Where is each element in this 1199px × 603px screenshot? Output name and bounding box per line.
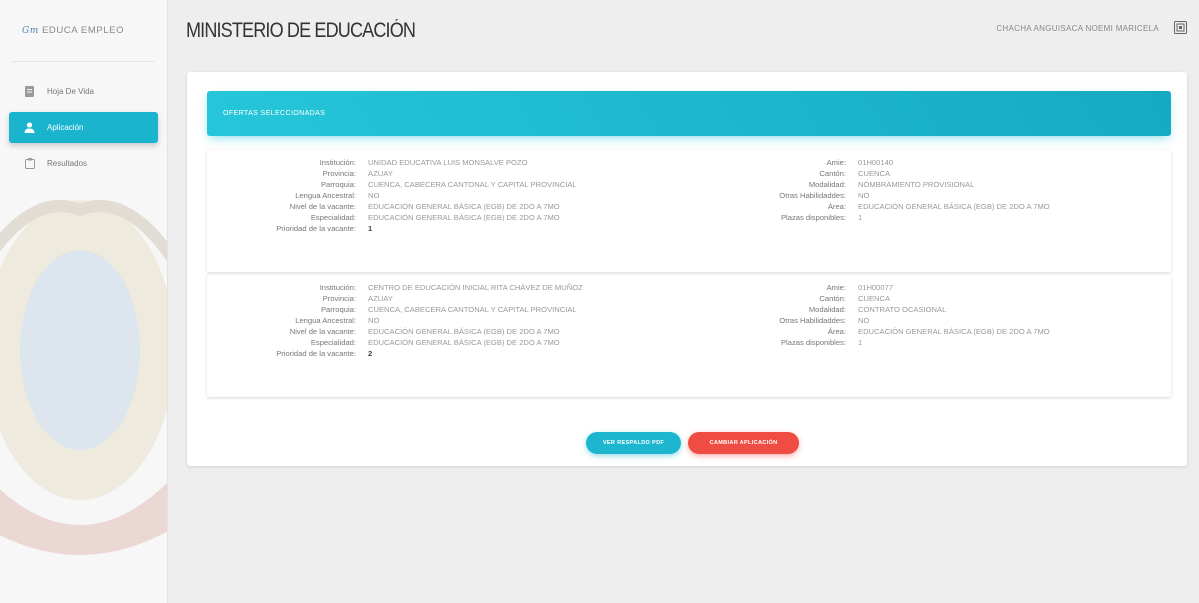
area-value: EDUCACIÓN GENERAL BÁSICA (EGB) DE 2DO A … (858, 327, 1050, 336)
brand-logo: Gm (22, 25, 39, 36)
clipboard-icon (24, 158, 35, 169)
area-label: Área: (827, 327, 846, 336)
plazas-label: Plazas disponibles: (780, 213, 846, 222)
provincia-value: AZUAY (368, 169, 393, 178)
area-value: EDUCACIÓN GENERAL BÁSICA (EGB) DE 2DO A … (858, 202, 1050, 211)
plazas-value: 1 (858, 213, 863, 222)
canton-value: CUENCA (858, 294, 891, 303)
parroquia-value: CUENCA, CABECERA CANTONAL Y CAPITAL PROV… (368, 305, 577, 314)
amie-label: Amie: (826, 158, 846, 167)
lengua-label: Lengua Ancestral: (295, 191, 356, 200)
sidebar-nav: Hoja De Vida Aplicación Resultados (0, 76, 167, 179)
parroquia-label: Parroquia: (320, 180, 356, 189)
prioridad-label: Prioridad de la vacante: (276, 349, 356, 358)
provincia-label: Provincia: (322, 169, 356, 178)
coat-of-arms-watermark (0, 200, 167, 555)
lengua-value: NO (368, 191, 380, 200)
parroquia-value: CUENCA, CABECERA CANTONAL Y CAPITAL PROV… (368, 180, 577, 189)
parroquia-label: Parroquia: (320, 305, 356, 314)
prioridad-label: Prioridad de la vacante: (276, 224, 356, 233)
top-header: MINISTERIO DE EDUCACIÓN CHACHA ANGUISACA… (168, 0, 1199, 62)
view-pdf-button[interactable]: VER RESPALDO PDF (586, 432, 681, 454)
especialidad-label: Especialidad: (310, 338, 356, 347)
sidebar-item-hoja-de-vida[interactable]: Hoja De Vida (9, 76, 158, 107)
prioridad-value: 2 (368, 349, 373, 358)
especialidad-value: EDUCACIÓN GENERAL BÁSICA (EGB) DE 2DO A … (368, 213, 560, 222)
institucion-value: UNIDAD EDUCATIVA LUIS MONSALVE POZO (368, 158, 528, 167)
canton-label: Cantón: (819, 169, 846, 178)
especialidad-value: EDUCACIÓN GENERAL BÁSICA (EGB) DE 2DO A … (368, 338, 560, 347)
modalidad-label: Modalidad: (808, 180, 846, 189)
provincia-label: Provincia: (322, 294, 356, 303)
sidebar-item-aplicacion[interactable]: Aplicación (9, 112, 158, 143)
nivel-value: EDUCACIÓN GENERAL BÁSICA (EGB) DE 2DO A … (368, 202, 560, 211)
institucion-value: CENTRO DE EDUCACIÓN INICIAL RITA CHÁVEZ … (368, 283, 583, 292)
change-application-button[interactable]: CAMBIAR APLICACIÓN (688, 432, 799, 454)
canton-value: CUENCA (858, 169, 891, 178)
sidebar: Gm EDUCA EMPLEO Hoja De Vida Aplicación … (0, 0, 168, 603)
person-icon (24, 122, 35, 133)
modalidad-value: CONTRATO OCASIONAL (858, 305, 947, 314)
lengua-value: NO (368, 316, 380, 325)
plazas-value: 1 (858, 338, 863, 347)
canton-label: Cantón: (819, 294, 846, 303)
prioridad-value: 1 (368, 224, 373, 233)
modalidad-label: Modalidad: (808, 305, 846, 314)
document-icon (24, 86, 35, 97)
plazas-label: Plazas disponibles: (780, 338, 846, 347)
area-label: Área: (827, 202, 846, 211)
especialidad-label: Especialidad: (310, 213, 356, 222)
main-card: OFERTAS SELECCIONADAS Institución: UNIDA… (187, 72, 1187, 466)
nivel-label: Nivel de la vacante: (289, 202, 356, 211)
nivel-value: EDUCACIÓN GENERAL BÁSICA (EGB) DE 2DO A … (368, 327, 560, 336)
nivel-label: Nivel de la vacante: (289, 327, 356, 336)
offer-card: Institución: CENTRO DE EDUCACIÓN INICIAL… (207, 275, 1171, 397)
panel-header: OFERTAS SELECCIONADAS (207, 91, 1171, 136)
sidebar-item-resultados[interactable]: Resultados (9, 148, 158, 179)
sidebar-item-label: Aplicación (47, 123, 84, 132)
modalidad-value: NOMBRAMIENTO PROVISIONAL (858, 180, 975, 189)
amie-value: 01H00077 (858, 283, 894, 292)
sidebar-item-label: Resultados (47, 159, 88, 168)
institucion-label: Institución: (319, 158, 356, 167)
lengua-label: Lengua Ancestral: (295, 316, 356, 325)
amie-label: Amie: (826, 283, 846, 292)
logout-icon[interactable] (1174, 21, 1187, 34)
user-name[interactable]: CHACHA ANGUISACA NOEMI MARICELA (996, 24, 1159, 33)
panel-title: OFERTAS SELECCIONADAS (223, 110, 326, 117)
otras-label: Otras Habilidaddes: (779, 316, 846, 325)
provincia-value: AZUAY (368, 294, 393, 303)
brand[interactable]: Gm EDUCA EMPLEO (12, 0, 155, 62)
institucion-label: Institución: (319, 283, 356, 292)
brand-name: EDUCA EMPLEO (41, 25, 125, 36)
page-title: MINISTERIO DE EDUCACIÓN (186, 19, 416, 42)
amie-value: 01H00140 (858, 158, 894, 167)
sidebar-item-label: Hoja De Vida (47, 87, 94, 96)
otras-value: NO (858, 191, 870, 200)
otras-label: Otras Habilidaddes: (779, 191, 846, 200)
offer-card: Institución: UNIDAD EDUCATIVA LUIS MONSA… (207, 150, 1171, 272)
otras-value: NO (858, 316, 870, 325)
